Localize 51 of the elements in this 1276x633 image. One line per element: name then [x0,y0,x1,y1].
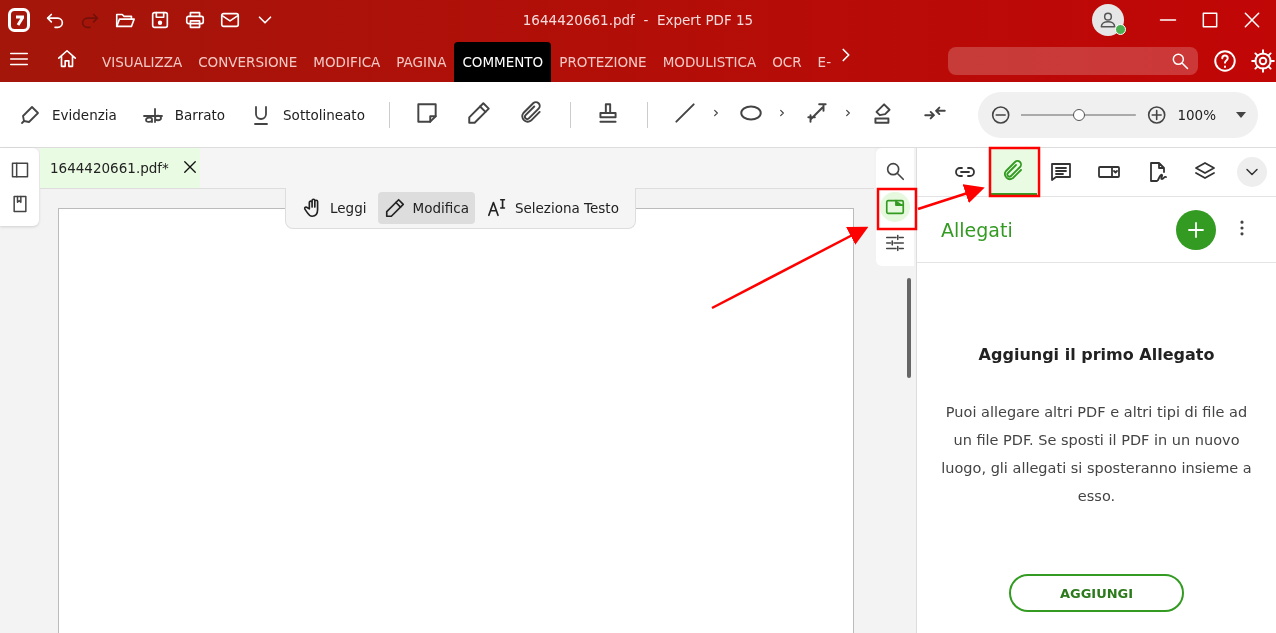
save-icon[interactable] [149,9,171,31]
mode-button[interactable]: Leggi [296,192,373,224]
home-icon[interactable] [56,48,78,70]
mode-button[interactable]: Modifica [378,192,475,224]
printer-icon[interactable] [184,9,206,31]
ribbon-tab[interactable]: VISUALIZZA [94,42,191,82]
maximize-icon[interactable] [1200,10,1220,30]
app-logo [8,8,30,32]
ribbon-tab[interactable]: OCR [764,42,810,82]
window-title: 1644420661.pdf - Expert PDF 15 [522,12,754,28]
zoom-in-icon[interactable] [1146,103,1168,126]
tool-label[interactable]: Barrato [174,106,226,123]
paperclip-icon [1001,158,1025,183]
scrollbar-thumb[interactable] [907,278,911,378]
pencil-icon[interactable] [465,99,492,126]
panel-title: Allegati [941,218,1013,241]
search-field[interactable] [948,47,1198,75]
ribbon-tab[interactable]: PAGINA [388,42,455,82]
person-icon [1098,10,1118,30]
sliders-icon [884,232,906,254]
online-status-dot [1115,24,1126,35]
tool-label[interactable]: Sottolineato [283,106,365,123]
help-icon[interactable] [1212,48,1238,74]
search-icon [1170,51,1190,71]
ribbon-tab[interactable]: E- [809,42,839,82]
tool-label[interactable]: Evidenzia [52,106,117,123]
slider-thumb[interactable] [1072,108,1085,121]
sidebar-icon[interactable] [9,160,30,180]
ribbon-tab[interactable]: COMMENTO [454,42,552,82]
user-avatar[interactable] [1092,4,1124,36]
annotation-arrow [917,184,985,211]
pencil-icon [384,197,407,219]
dropdown-arrow-icon[interactable] [1236,111,1246,118]
highlight-frame [988,146,1041,198]
ribbon-tab[interactable]: CONVERSIONE [190,42,306,82]
zoom-value: 100% [1177,106,1216,123]
settings-icon[interactable] [1250,48,1276,74]
empty-state-title: Aggiungi il primo Allegato [978,345,1215,364]
empty-state-text: Puoi allegare altri PDF e altri tipi di file ad un file PDF. Se sposti il PDF in un nuovo luogo, gli allegati si sposteranno insieme a esso. [940,403,1253,506]
comment-icon [1049,160,1073,184]
close-icon[interactable] [1242,10,1262,30]
more-tabs-button[interactable] [1237,157,1267,187]
add-button[interactable] [1176,209,1216,250]
search-icon [884,160,906,182]
mode-button[interactable]: Seleziona Testo [480,192,625,224]
ribbon-tab[interactable]: MODIFICA [305,42,389,82]
add-attachment-button[interactable]: AGGIUNGI [1009,574,1184,612]
zoom-out-icon[interactable] [990,103,1012,126]
highlight-frame [876,187,918,231]
ribbon-tab[interactable]: MODULISTICA [654,42,765,82]
ribbon-tab[interactable]: PROTEZIONE [551,42,655,82]
